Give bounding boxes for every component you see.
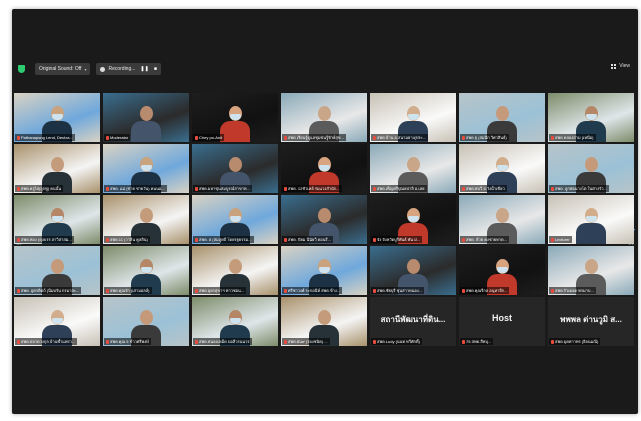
participant-name-label: สพด.11 (วาลิน คูลสิน): [104, 236, 150, 243]
participant-tile[interactable]: สพด.คุณรีกล อนุหาอีก...: [459, 246, 545, 295]
participant-tile[interactable]: สพด.11 (วาลิน คูลสิน): [103, 195, 189, 244]
participant-name-label: สพด.หนองเหม็ด บอลีวรนนวร: [193, 338, 252, 345]
pause-icon[interactable]: ❚❚: [140, 66, 148, 72]
participant-name-label: สพด.อุดทาาทร (อิจนมณี): [549, 338, 601, 345]
original-sound-button[interactable]: Original Sound: Off ▾: [35, 63, 91, 75]
participant-name-label: สพด.ทอง (ดุงบรร ลาวิสาสม...: [15, 236, 74, 243]
participant-tile[interactable]: สพด. ห้วย คงชายหาด...: [459, 195, 545, 244]
participant-tile[interactable]: จัง จังหวัดบูรีพันธ์ พัน ฝ...: [370, 195, 456, 244]
participant-tile[interactable]: สพด.อุดรสุขาฯ ทาวชอน...: [192, 246, 278, 295]
participant-tile[interactable]: Chey po-Anit: [192, 93, 278, 142]
stop-icon[interactable]: ■: [154, 66, 157, 72]
participant-name-label: สพด.ครูไผ่(ลูกพู) คนนั้น: [15, 185, 64, 192]
participant-tile[interactable]: สพด. ปัยม นีนัยวี ดอนรี...: [281, 195, 367, 244]
participant-name-label: สพด.ชัยบุรี ชุนสาวหนอง...: [371, 287, 425, 294]
participant-tile[interactable]: สพด. ลูกพ่อนางโต ในต่างรัว...: [548, 144, 634, 193]
participant-tile[interactable]: สถานีพัฒนาที่ดิน... สพด.Ludy (นนท ทวีศักด…: [370, 297, 456, 346]
participant-name-label: สพด.มหาชุนสมบูรณ์สาขาท...: [193, 185, 252, 192]
view-button[interactable]: View: [611, 63, 630, 69]
participant-tile[interactable]: Lecturer: [548, 195, 634, 244]
participant-name-label: จัง จังหวัดบูรีพันธ์ พัน ฝ...: [371, 236, 422, 243]
participant-display-name: Host: [492, 313, 512, 323]
participant-name-label: Pathanapong Lend, Deulxa...: [15, 134, 75, 141]
participant-name-label: 75 สพด.สีหบุ...: [460, 338, 494, 345]
recording-label: Recording...: [108, 66, 136, 72]
participant-name-label: สพด. แม่ (ชาย ชายวัน) คนนอ...: [104, 185, 167, 192]
participant-tile[interactable]: สพด.ชัยบุรี ชุนสาวหนอง...: [370, 246, 456, 295]
participant-tile[interactable]: สพด.คุณ 5 ข้าวศรีพงษ์: [103, 297, 189, 346]
grid-view-icon: [611, 63, 618, 69]
participant-name-label: สพด. ห้วย คงชายหาด...: [460, 236, 509, 243]
participant-name-label: สพด.คุณรีกล อนุหาอีก...: [460, 287, 510, 294]
participant-tile[interactable]: พพพล ด่านวูมิ ส... สพด.อุดทาาทร (อิจนมณี): [548, 297, 634, 346]
participant-tile[interactable]: ศรีชาวงศ์ ระกอนีห์ สพด.ข้าง...: [281, 246, 367, 295]
participant-tile[interactable]: สพด. 12ชัวเหย์ ร่มแวงสำนัก...: [281, 144, 367, 193]
participant-name-label: สพด บ้าน อ.สนามยาง(ประ...: [371, 134, 429, 141]
participant-name-label: สพด.อุดรสุขาฯ ทาวชอน...: [193, 287, 247, 294]
participant-tile[interactable]: สพด.ปลาดวงกุล บ้านซ้ำแพรว...: [14, 297, 100, 346]
participant-name-label: สพด คลองสาม (เหนือ): [549, 134, 596, 141]
recording-indicator: Recording... ❚❚ ■: [96, 63, 161, 75]
participant-name-label: Moderator: [104, 134, 131, 141]
participant-name-label: สพด. ลูกพ่อนางโต ในต่างรัว...: [549, 185, 609, 192]
participant-name-label: สพด.ฝน๙ (รองชนิด) ...: [282, 338, 330, 345]
participant-name-label: Chey po-Anit: [193, 134, 225, 141]
participant-name-label: สพด.รัวเดอด ทรมาบ...: [549, 287, 596, 294]
participant-name-label: สพด.ทบวี อ.วังน้ำเขียว: [460, 185, 507, 192]
participant-name-label: สพด. ปัยม นีนัยวี ดอนรี...: [282, 236, 333, 243]
participant-tile[interactable]: สพด.ฝน๙ (รองชนิด) ...: [281, 297, 367, 346]
participant-tile[interactable]: สพด. 8 (สมสูดบี โดยรฐธรรม...: [192, 195, 278, 244]
participant-tile[interactable]: Moderator: [103, 93, 189, 142]
participant-display-name: พพพล ด่านวูมิ ส...: [560, 315, 622, 324]
participant-name-label: สพด ฐ (สมนึก วิศวสินธ์): [460, 134, 509, 141]
view-label: View: [619, 63, 630, 69]
participant-name-label: สพด. อุตรดิตถ์ (นีมบรัน กรมาสะ...: [15, 287, 82, 294]
zoom-window: Original Sound: Off ▾ Recording... ❚❚ ■ …: [12, 9, 638, 414]
participant-tile[interactable]: สพด.ครูไผ่(ลูกพู) คนนั้น: [14, 144, 100, 193]
record-icon: [100, 66, 106, 72]
participant-tile[interactable]: สพด.ทบวี อ.วังน้ำเขียว: [459, 144, 545, 193]
participant-video-figure: [131, 102, 161, 142]
participant-tile[interactable]: Host 75 สพด.สีหบุ...: [459, 297, 545, 346]
participant-tile[interactable]: สพด คลองสาม (เหนือ): [548, 93, 634, 142]
participant-name-label: สพด.Ludy (นนท ทวีศักดิ์): [371, 338, 422, 345]
participant-video-figure: [576, 204, 606, 244]
participant-gallery: Pathanapong Lend, Deulxa... Moderator Chey…: [14, 93, 634, 355]
shield-icon[interactable]: [18, 65, 25, 73]
meeting-toolbar: Original Sound: Off ▾ Recording... ❚❚ ■ …: [12, 59, 638, 79]
participant-name-label: Lecturer: [549, 236, 572, 243]
chevron-down-icon: ▾: [84, 66, 87, 72]
participant-tile[interactable]: สพด. แม่ (ชาย ชายวัน) คนนอ...: [103, 144, 189, 193]
participant-tile[interactable]: สพด ฐ (สมนึก วิศวสินธ์): [459, 93, 545, 142]
participant-tile[interactable]: สพด. อุตรดิตถ์ (นีมบรัน กรมาสะ...: [14, 246, 100, 295]
participant-name-label: สพด.เพ็ญศรีปุณยปาลิ อ.เลย: [371, 185, 427, 192]
participant-tile[interactable]: สพด บ้าน อ.สนามยาง(ประ...: [370, 93, 456, 142]
participant-name-label: สพด. 12ชัวเหย์ ร่มแวงสำนัก...: [282, 185, 342, 192]
original-sound-label: Original Sound: Off: [39, 66, 82, 72]
participant-name-label: สพด.คุณ 5 ข้าวศรีพงษ์: [104, 338, 151, 345]
participant-tile[interactable]: สพด เรียนรู้ดูแลชุมชนรู้รักษ์สุข...: [281, 93, 367, 142]
participant-tile[interactable]: สพด.คุณรัก (เสามอลล์): [103, 246, 189, 295]
participant-video-figure: [220, 102, 250, 142]
participant-name-label: สพด.คุณรัก (เสามอลล์): [104, 287, 152, 294]
participant-name-label: ศรีชาวงศ์ ระกอนีห์ สพด.ข้าง...: [282, 287, 343, 294]
participant-tile[interactable]: สพด.เพ็ญศรีปุณยปาลิ อ.เลย: [370, 144, 456, 193]
participant-tile[interactable]: สพด.หนองเหม็ด บอลีวรนนวร: [192, 297, 278, 346]
participant-display-name: สถานีพัฒนาที่ดิน...: [380, 315, 446, 324]
participant-tile[interactable]: สพด.ทอง (ดุงบรร ลาวิสาสม...: [14, 195, 100, 244]
participant-name-label: สพด เรียนรู้ดูแลชุมชนรู้รักษ์สุข...: [282, 134, 346, 141]
participant-tile[interactable]: สพด.รัวเดอด ทรมาบ...: [548, 246, 634, 295]
participant-tile[interactable]: สพด.มหาชุนสมบูรณ์สาขาท...: [192, 144, 278, 193]
participant-name-label: สพด.ปลาดวงกุล บ้านซ้ำแพรว...: [15, 338, 78, 345]
participant-name-label: สพด. 8 (สมสูดบี โดยรฐธรรม...: [193, 236, 254, 243]
participant-tile[interactable]: Pathanapong Lend, Deulxa...: [14, 93, 100, 142]
